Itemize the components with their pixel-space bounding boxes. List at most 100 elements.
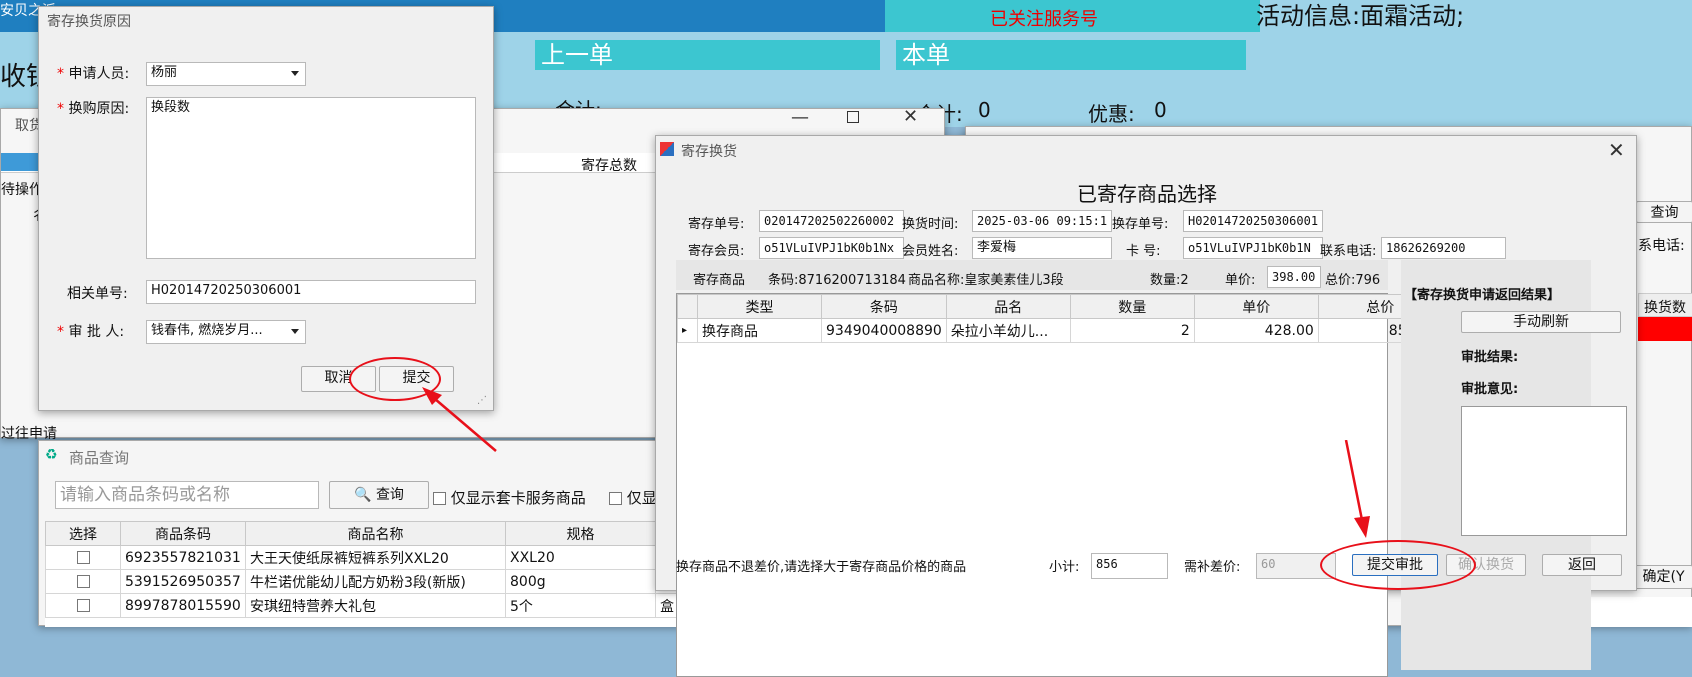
price-cell: 428.00 (1193, 318, 1319, 343)
approver-select[interactable]: 钱春伟, 燃烧岁月... (146, 320, 306, 344)
select-checkbox[interactable] (45, 545, 121, 570)
related-no-input[interactable]: H02014720250306001 (146, 280, 476, 304)
member-name-field[interactable]: 李爱梅 (972, 237, 1112, 259)
price-field[interactable]: 398.00 (1267, 266, 1321, 288)
follow-text: 已关注服务号 (990, 9, 1098, 30)
barcode-cell: 9349040008890 (821, 318, 947, 343)
name-cell: 安琪纽特营养大礼包 (245, 593, 506, 618)
prev-order-title: 上一单 (535, 40, 880, 70)
highlight-ellipse (1320, 540, 1476, 590)
app-icon: ♻ (45, 447, 58, 463)
window-app-icon (660, 142, 674, 156)
goods-name: 商品名称:皇家美素佳儿3段 (908, 273, 1064, 288)
exchange-no-label: 换存单号: (1112, 217, 1169, 232)
close-icon[interactable]: ✕ (1608, 138, 1625, 162)
deposit-no-field[interactable]: 020147202502260002 (759, 210, 904, 232)
result-title: 【寄存换货申请返回结果】 (1404, 288, 1561, 303)
goods-qty: 数量:2 (1150, 273, 1189, 288)
goods-total: 总价:796 (1325, 273, 1381, 288)
right-phone-label: 系电话: (1638, 238, 1685, 254)
spec-cell: XXL20 (505, 545, 656, 570)
cur-discount-value: 0 (1154, 98, 1167, 122)
subtotal-field[interactable]: 856 (1091, 553, 1168, 579)
exchange-title: 寄存换货 (681, 144, 737, 160)
qty-cell: 2 (1069, 318, 1195, 343)
reason-dialog: 寄存换货原因 * 申请人员: 杨丽 * 换购原因: 换段数 相关单号: H020… (38, 6, 494, 411)
phone-field[interactable]: 18626269200 (1381, 237, 1506, 259)
member-field[interactable]: o51VLuIVPJ1bK0b1Nx (759, 237, 904, 259)
applicant-label: * 申请人员: (57, 66, 130, 82)
cur-total-value: 0 (978, 98, 991, 122)
phone-label: 联系电话: (1320, 244, 1377, 259)
annotation-arrow (1344, 440, 1370, 538)
row-highlight (1, 153, 41, 171)
annotation-arrow (422, 387, 497, 452)
col-price[interactable]: 单价 (1193, 294, 1319, 319)
approver-label: * 审 批 人: (57, 324, 125, 340)
subtotal-label: 小计: (1049, 560, 1080, 575)
col-type[interactable]: 类型 (697, 294, 822, 319)
exchange-grid-area (676, 293, 1388, 677)
barcode-cell: 5391526950357 (120, 569, 246, 594)
col-qty[interactable]: 数量 (1069, 294, 1195, 319)
product-search-input[interactable]: 请输入商品条码或名称 (55, 481, 319, 509)
diff-label: 需补差价: (1184, 560, 1241, 575)
col-deposit-total: 寄存总数 (581, 158, 637, 174)
checkbox-box[interactable] (76, 575, 90, 588)
exchange-no-field[interactable]: H02014720250306001 (1183, 210, 1323, 232)
goods-barcode: 条码:8716200713184 (768, 273, 906, 288)
spec-cell: 5个 (505, 593, 656, 618)
col-select[interactable]: 选择 (45, 521, 121, 546)
exchange-time-label: 换货时间: (902, 217, 959, 232)
maximize-icon[interactable] (847, 111, 859, 123)
reason-dialog-title: 寄存换货原因 (47, 14, 131, 30)
right-query-button[interactable]: 查询 (1636, 201, 1692, 223)
card-label: 卡 号: (1126, 244, 1161, 259)
col-barcode[interactable]: 条码 (821, 294, 947, 319)
search-icon: 🔍 (354, 487, 372, 503)
reason-textarea[interactable]: 换段数 (146, 97, 476, 259)
table-row[interactable]: ▸换存商品9349040008890朵拉小羊幼儿...2428.00856.00 (677, 318, 1443, 343)
col-name[interactable]: 商品名称 (245, 521, 506, 546)
col-spec[interactable]: 规格 (505, 521, 656, 546)
related-no-label: 相关单号: (67, 286, 128, 302)
name-cell: 牛栏诺优能幼儿配方奶粉3段(新版) (245, 569, 506, 594)
name-cell: 朵拉小羊幼儿... (945, 318, 1071, 343)
manual-refresh-button[interactable]: 手动刷新 (1461, 311, 1621, 333)
checkbox-box[interactable] (76, 551, 90, 564)
only-checkbox[interactable]: 仅显 (609, 487, 657, 508)
select-checkbox[interactable] (45, 569, 121, 594)
right-confirm-button[interactable]: 确定(Y (1634, 565, 1692, 589)
product-query-title: 商品查询 (69, 449, 130, 467)
col-name[interactable]: 品名 (945, 294, 1071, 319)
only-set-checkbox[interactable]: 仅显示套卡服务商品 (433, 487, 586, 508)
activity-text: 活动信息:面霜活动; (1256, 2, 1465, 30)
approval-opinion-box[interactable] (1461, 406, 1627, 536)
cur-order-panel: 本单 合计: 0 优惠: 0 (896, 40, 1246, 130)
applicant-select[interactable]: 杨丽 (146, 62, 306, 86)
minimize-icon[interactable]: — (791, 107, 809, 128)
exchange-window: 寄存换货 ✕ 已寄存商品选择 寄存单号: 020147202502260002 … (655, 135, 1637, 677)
exchange-grid: 类型 条码 品名 数量 单价 总价 ▸ 换存商品 9349040008890 朵拉小羊… (677, 294, 1443, 343)
member-name-label: 会员姓名: (902, 244, 959, 259)
card-field[interactable]: o51VLuIVPJ1bK0b1N (1183, 237, 1323, 259)
product-query-label: 查询 (375, 487, 404, 503)
cur-order-title: 本单 (896, 40, 1246, 70)
approval-opinion-label: 审批意见: (1461, 382, 1519, 397)
back-button[interactable]: 返回 (1542, 554, 1622, 576)
member-label: 寄存会员: (688, 244, 745, 259)
barcode-cell: 6923557821031 (120, 545, 246, 570)
select-checkbox[interactable] (45, 593, 121, 618)
product-query-button[interactable]: 🔍 查询 (329, 481, 429, 509)
checkbox-box (609, 492, 622, 505)
right-col-label: 换货数 (1644, 300, 1686, 316)
col-barcode[interactable]: 商品条码 (120, 521, 246, 546)
goods-label: 寄存商品 (693, 273, 746, 288)
checkbox-box[interactable] (76, 599, 90, 612)
deposit-no-label: 寄存单号: (688, 217, 745, 232)
close-icon[interactable]: ✕ (903, 106, 918, 127)
checkbox-box (433, 492, 446, 505)
exchange-heading: 已寄存商品选择 (1077, 182, 1217, 206)
only-label: 仅显 (626, 489, 657, 507)
exchange-time-field[interactable]: 2025-03-06 09:15:1 (972, 210, 1112, 232)
